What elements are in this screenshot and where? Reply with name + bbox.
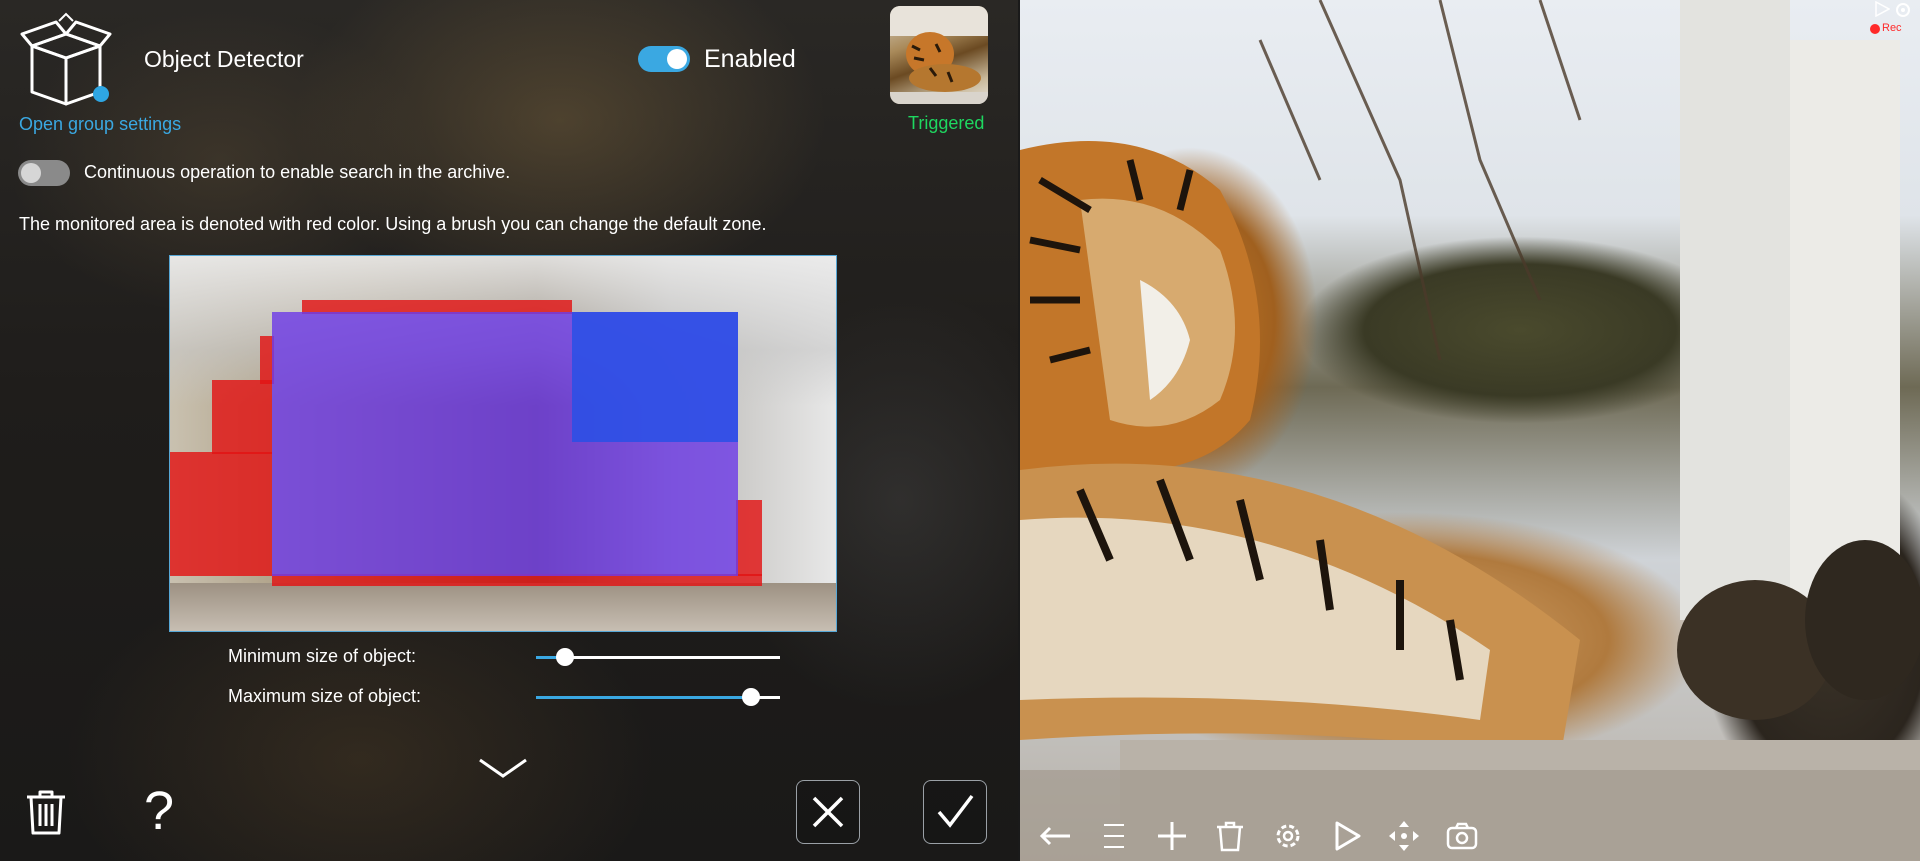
- slider-handle[interactable]: [556, 648, 574, 666]
- zone-red-area: [170, 452, 272, 576]
- status-badge: Triggered: [908, 113, 985, 133]
- zone-preview-floor: [170, 583, 836, 631]
- toggle-knob: [21, 163, 41, 183]
- rec-dot: [1870, 24, 1880, 34]
- zone-instructions: The monitored area is denoted with red c…: [19, 214, 767, 234]
- check-icon: [937, 794, 974, 828]
- question-icon[interactable]: ?: [144, 783, 174, 839]
- detection-zone-editor[interactable]: [169, 255, 837, 632]
- camera-icon[interactable]: [1444, 818, 1480, 854]
- group-indicator-dot: [93, 86, 109, 102]
- gear-icon[interactable]: [1270, 818, 1306, 854]
- max-size-label: Maximum size of object:: [228, 686, 422, 706]
- move-icon[interactable]: [1386, 818, 1422, 854]
- continuous-operation-toggle[interactable]: [18, 160, 70, 186]
- zone-object-overlay: [572, 312, 738, 442]
- recording-indicator: Rec: [1864, 0, 1916, 36]
- zone-red-area: [736, 500, 762, 576]
- menu-icon[interactable]: [1096, 818, 1132, 854]
- tiger-thumbnail-image: [890, 6, 988, 104]
- trash-icon[interactable]: [1212, 818, 1248, 854]
- trash-icon[interactable]: [24, 788, 68, 836]
- confirm-button[interactable]: [923, 780, 987, 844]
- page-title: Object Detector: [144, 46, 304, 72]
- detector-snapshot-thumbnail[interactable]: [890, 6, 988, 104]
- enabled-label: Enabled: [704, 45, 796, 73]
- tiger-video-frame: [1020, 0, 1920, 861]
- max-size-slider[interactable]: [536, 688, 780, 706]
- min-size-label: Minimum size of object:: [228, 646, 417, 666]
- rec-label: Rec: [1882, 22, 1902, 34]
- camera-video-view[interactable]: Rec: [1020, 0, 1920, 861]
- slider-handle[interactable]: [742, 688, 760, 706]
- chevron-down-icon[interactable]: [478, 756, 528, 780]
- gear-icon[interactable]: [1894, 1, 1912, 19]
- plus-icon[interactable]: [1154, 818, 1190, 854]
- arrow-left-icon[interactable]: [1038, 818, 1074, 854]
- detector-settings-panel: Object Detector Open group settings Enab…: [0, 0, 1018, 861]
- toggle-knob: [667, 49, 687, 69]
- continuous-operation-label: Continuous operation to enable search in…: [84, 162, 511, 182]
- play-icon[interactable]: [1874, 1, 1890, 17]
- zone-red-area: [212, 380, 272, 454]
- cancel-button[interactable]: [796, 780, 860, 844]
- min-size-slider[interactable]: [536, 648, 780, 666]
- slider-fill: [536, 696, 751, 699]
- play-icon[interactable]: [1328, 818, 1364, 854]
- enabled-toggle[interactable]: [638, 46, 690, 72]
- close-icon: [812, 796, 844, 828]
- open-group-settings-link[interactable]: Open group settings: [19, 114, 181, 135]
